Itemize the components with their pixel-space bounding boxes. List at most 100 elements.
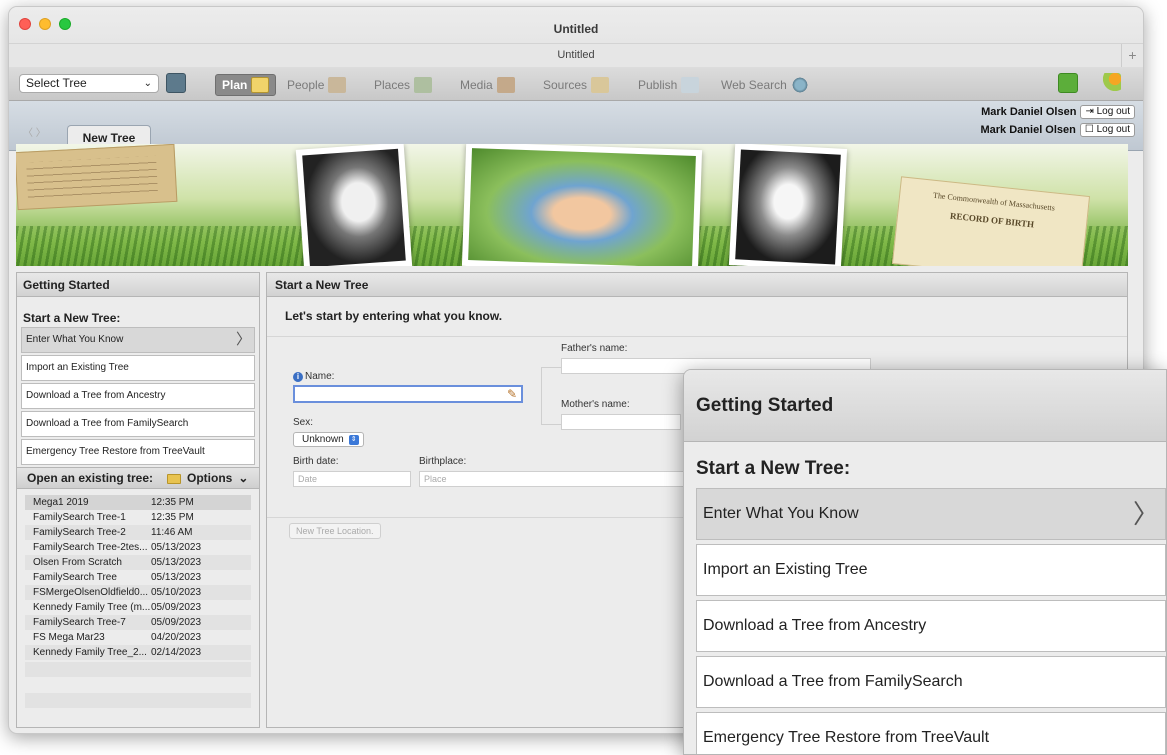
zoom-menu-item-label: Download a Tree from Ancestry bbox=[703, 617, 927, 634]
tree-row[interactable]: FSMergeOlsenOldfield0... 05/10/2023 bbox=[25, 585, 251, 600]
zoom-treevault-restore-item[interactable]: Emergency Tree Restore from TreeVault bbox=[696, 712, 1166, 754]
chevron-down-icon: ⌄ bbox=[238, 471, 249, 485]
download-familysearch-item[interactable]: Download a Tree from FamilySearch bbox=[21, 411, 255, 437]
zoom-menu-item-label: Emergency Tree Restore from TreeVault bbox=[703, 729, 990, 746]
tree-row[interactable]: Kennedy Family Tree (m... 05/09/2023 bbox=[25, 600, 251, 615]
getting-started-panel: Getting Started Start a New Tree: Enter … bbox=[16, 272, 260, 728]
chevron-down-icon: ⌄ bbox=[143, 78, 152, 89]
tree-row[interactable]: FS Mega Mar23 04/20/2023 bbox=[25, 630, 251, 645]
publish-button[interactable]: Publish bbox=[638, 74, 700, 96]
tree-name: FamilySearch Tree-2tes... bbox=[33, 542, 148, 553]
tree-date: 05/13/2023 bbox=[151, 557, 202, 568]
tree-date: 05/09/2023 bbox=[151, 602, 202, 613]
tree-row[interactable]: FamilySearch Tree-2 11:46 AM bbox=[25, 525, 251, 540]
publish-icon bbox=[681, 77, 700, 93]
tree-row[interactable]: FamilySearch Tree-2tes... 05/13/2023 bbox=[25, 540, 251, 555]
empty-tree-row bbox=[25, 693, 251, 708]
zoom-download-ancestry-item[interactable]: Download a Tree from Ancestry bbox=[696, 600, 1166, 652]
logout-button[interactable]: ☐ Log out bbox=[1079, 123, 1135, 137]
places-button[interactable]: Places bbox=[374, 74, 433, 96]
sex-select[interactable]: Unknown ⇕ bbox=[293, 432, 364, 447]
nav-arrows[interactable]: 〈 〉 bbox=[23, 124, 46, 139]
tree-date: 04/20/2023 bbox=[151, 632, 202, 643]
options-label: Options bbox=[187, 471, 233, 485]
folder-icon bbox=[167, 473, 181, 484]
start-options-list: Enter What You Know 〉 Import an Existing… bbox=[17, 327, 259, 465]
plan-button-label: Plan bbox=[222, 78, 248, 92]
tree-row[interactable]: Kennedy Family Tree_2... 02/14/2023 bbox=[25, 645, 251, 660]
header-banner: The Commonwealth of Massachusetts RECORD… bbox=[16, 144, 1128, 266]
zoomed-getting-started-callout: Getting Started Start a New Tree: Enter … bbox=[683, 369, 1167, 755]
tree-row[interactable]: FamilySearch Tree-7 05/09/2023 bbox=[25, 615, 251, 630]
tree-date: 05/09/2023 bbox=[151, 617, 202, 628]
import-tree-item[interactable]: Import an Existing Tree bbox=[21, 355, 255, 381]
tree-date: 05/10/2023 bbox=[151, 587, 202, 598]
name-input[interactable]: ✎ bbox=[293, 385, 523, 403]
info-icon[interactable]: i bbox=[293, 372, 303, 382]
title-bar: Untitled Untitled + bbox=[9, 7, 1143, 68]
zoom-download-familysearch-item[interactable]: Download a Tree from FamilySearch bbox=[696, 656, 1166, 708]
tree-date: 05/13/2023 bbox=[151, 572, 202, 583]
window-tab-untitled[interactable]: Untitled bbox=[9, 49, 1143, 61]
zoom-menu-item-label: Import an Existing Tree bbox=[703, 561, 868, 578]
pencil-icon[interactable]: ✎ bbox=[507, 387, 517, 401]
sex-label: Sex: bbox=[293, 417, 314, 428]
getting-started-header: Getting Started bbox=[17, 273, 259, 297]
name-label: Name: bbox=[305, 371, 335, 382]
chevron-right-icon: 〉 bbox=[235, 331, 251, 348]
tree-row[interactable]: Mega1 2019 12:35 PM bbox=[25, 495, 251, 510]
tree-row[interactable]: Olsen From Scratch 05/13/2023 bbox=[25, 555, 251, 570]
zoom-enter-what-you-know-item[interactable]: Enter What You Know 〉 bbox=[696, 488, 1166, 540]
form-lead-text: Let's start by entering what you know. bbox=[267, 297, 1127, 337]
zoom-getting-started-header: Getting Started bbox=[684, 370, 1166, 442]
birth-record-image: The Commonwealth of Massachusetts RECORD… bbox=[891, 176, 1091, 266]
tree-row[interactable]: FamilySearch Tree 05/13/2023 bbox=[25, 570, 251, 585]
tree-name: Olsen From Scratch bbox=[33, 557, 122, 568]
zoom-menu-item-label: Download a Tree from FamilySearch bbox=[703, 673, 963, 690]
birth-date-label: Birth date: bbox=[293, 456, 339, 467]
new-tree-location-button[interactable]: New Tree Location. bbox=[289, 523, 381, 539]
sailor-photo bbox=[295, 144, 413, 266]
select-tree-dropdown[interactable]: Select Tree ⌄ bbox=[19, 74, 159, 93]
options-button[interactable]: Options ⌄ bbox=[167, 468, 248, 489]
hint-leaf-icon[interactable] bbox=[1101, 73, 1121, 93]
plan-notepad-icon bbox=[251, 77, 270, 93]
tree-name: FSMergeOlsenOldfield0... bbox=[33, 587, 149, 598]
select-stepper-icon: ⇕ bbox=[348, 434, 359, 445]
menu-item-label: Enter What You Know bbox=[26, 334, 124, 345]
birthplace-input[interactable]: Place bbox=[419, 471, 689, 487]
treevault-restore-item[interactable]: Emergency Tree Restore from TreeVault bbox=[21, 439, 255, 465]
web-search-icon bbox=[790, 77, 809, 93]
places-button-label: Places bbox=[374, 78, 411, 92]
enter-what-you-know-item[interactable]: Enter What You Know 〉 bbox=[21, 327, 255, 353]
zoom-start-new-tree-label: Start a New Tree: bbox=[696, 458, 851, 479]
zoom-menu-item-label: Enter What You Know bbox=[703, 505, 859, 522]
mother-name-input[interactable] bbox=[561, 414, 681, 430]
tree-row[interactable]: FamilySearch Tree-1 12:35 PM bbox=[25, 510, 251, 525]
zoom-import-tree-item[interactable]: Import an Existing Tree bbox=[696, 544, 1166, 596]
people-icon bbox=[328, 77, 347, 93]
familysearch-tree-icon[interactable] bbox=[1058, 73, 1078, 93]
tree-date: 11:46 AM bbox=[151, 527, 193, 538]
sources-button[interactable]: Sources bbox=[543, 74, 610, 96]
parents-connector bbox=[541, 367, 561, 425]
tree-view-icon[interactable] bbox=[166, 73, 186, 93]
web-search-button[interactable]: Web Search bbox=[721, 74, 809, 96]
media-button[interactable]: Media bbox=[460, 74, 515, 96]
menu-item-label: Download a Tree from FamilySearch bbox=[26, 418, 189, 429]
menu-item-label: Emergency Tree Restore from TreeVault bbox=[26, 446, 205, 457]
open-existing-header: Open an existing tree: Options ⌄ bbox=[17, 467, 259, 489]
people-button[interactable]: People bbox=[287, 74, 347, 96]
name-label-row: i Name: bbox=[293, 371, 334, 382]
chevron-right-icon: 〉 bbox=[1132, 499, 1159, 529]
tree-name: FamilySearch Tree-1 bbox=[33, 512, 126, 523]
download-ancestry-item[interactable]: Download a Tree from Ancestry bbox=[21, 383, 255, 409]
plan-button[interactable]: Plan bbox=[215, 74, 277, 96]
tree-name: FamilySearch Tree-2 bbox=[33, 527, 126, 538]
birth-date-input[interactable]: Date bbox=[293, 471, 411, 487]
new-tab-button[interactable]: + bbox=[1121, 44, 1143, 68]
logout-button[interactable]: ⇥ Log out bbox=[1080, 105, 1135, 119]
people-button-label: People bbox=[287, 78, 325, 92]
tree-name: Kennedy Family Tree_2... bbox=[33, 647, 147, 658]
empty-tree-row bbox=[25, 662, 251, 677]
